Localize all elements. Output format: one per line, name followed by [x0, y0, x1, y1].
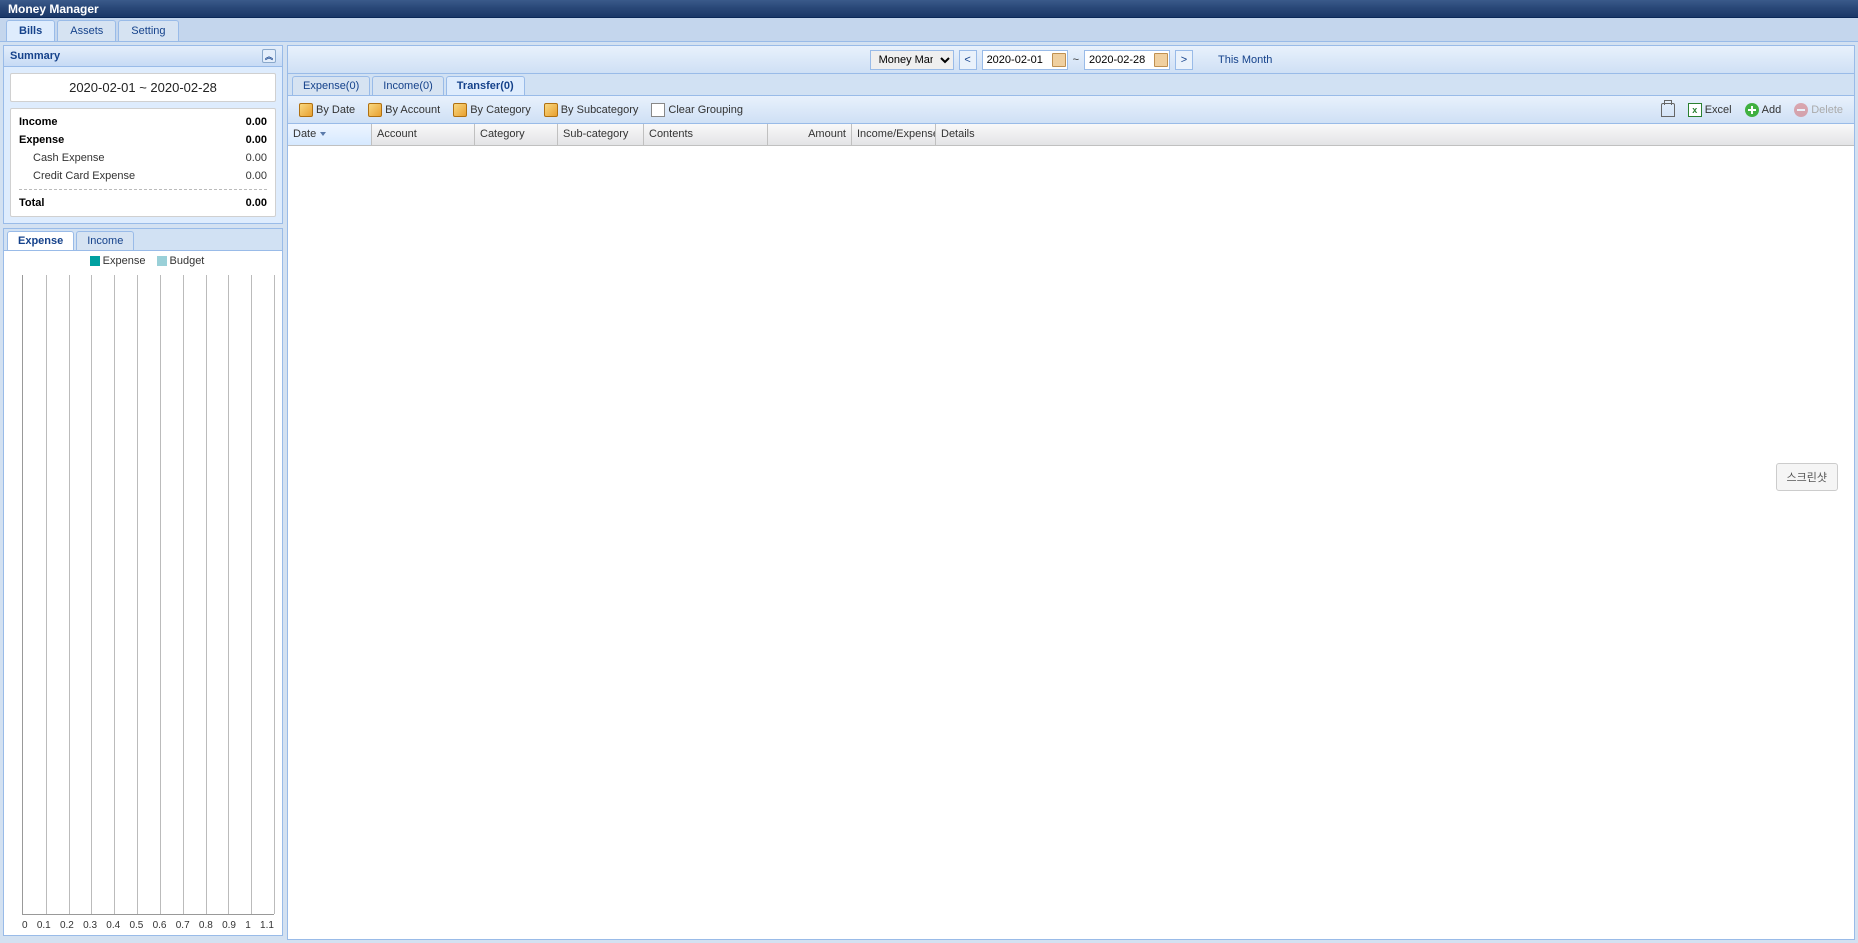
- group-by-date-button[interactable]: By Date: [294, 101, 360, 119]
- legend-swatch-expense: [90, 256, 100, 266]
- filter-bar: Money Manager < ~ > This Month: [288, 46, 1854, 74]
- delete-button[interactable]: Delete: [1789, 101, 1848, 119]
- group-by-account-button[interactable]: By Account: [363, 101, 445, 119]
- income-label: Income: [19, 116, 58, 128]
- grid-header: Date Account Category Sub-category Conte…: [288, 124, 1854, 146]
- title-bar: Money Manager: [0, 0, 1858, 18]
- group-icon: [453, 103, 467, 117]
- expense-value: 0.00: [246, 134, 267, 146]
- col-account[interactable]: Account: [372, 124, 475, 145]
- credit-expense-value: 0.00: [246, 170, 267, 182]
- screenshot-button[interactable]: 스크린샷: [1776, 463, 1838, 491]
- chart-tab-bar: Expense Income: [4, 229, 282, 251]
- clear-grouping-button[interactable]: Clear Grouping: [646, 101, 748, 119]
- income-value: 0.00: [246, 116, 267, 128]
- col-date[interactable]: Date: [288, 124, 372, 145]
- this-month-link[interactable]: This Month: [1218, 54, 1272, 66]
- group-icon: [544, 103, 558, 117]
- group-icon: [299, 103, 313, 117]
- next-period-button[interactable]: >: [1175, 50, 1193, 70]
- chart-body: Expense Budget 00.10.20.30.40.50.60.70.8…: [4, 251, 282, 935]
- credit-expense-label: Credit Card Expense: [33, 170, 135, 182]
- col-income-expense[interactable]: Income/Expense: [852, 124, 936, 145]
- add-button[interactable]: Add: [1740, 101, 1787, 119]
- tab-expense[interactable]: Expense(0): [292, 76, 370, 95]
- excel-button[interactable]: xExcel: [1683, 101, 1737, 119]
- group-icon: [368, 103, 382, 117]
- summary-header: Summary ︽: [4, 46, 282, 67]
- group-by-subcategory-button[interactable]: By Subcategory: [539, 101, 644, 119]
- chart-legend: Expense Budget: [4, 251, 282, 271]
- book-select[interactable]: Money Manager: [870, 50, 954, 70]
- main-area: Money Manager < ~ > This Month Expense(0…: [287, 45, 1855, 940]
- delete-icon: [1794, 103, 1808, 117]
- prev-period-button[interactable]: <: [959, 50, 977, 70]
- legend-budget: Budget: [170, 255, 205, 267]
- col-subcategory[interactable]: Sub-category: [558, 124, 644, 145]
- legend-expense: Expense: [103, 255, 146, 267]
- chart-tab-income[interactable]: Income: [76, 231, 134, 250]
- tab-transfer[interactable]: Transfer(0): [446, 76, 525, 95]
- expense-label: Expense: [19, 134, 64, 146]
- tab-income[interactable]: Income(0): [372, 76, 444, 95]
- col-details[interactable]: Details: [936, 124, 1854, 145]
- chart-tab-expense[interactable]: Expense: [7, 231, 74, 250]
- chart-panel: Expense Income Expense Budget 00.10.20.3…: [3, 228, 283, 936]
- sidebar: Summary ︽ 2020-02-01 ~ 2020-02-28 Income…: [3, 45, 283, 940]
- total-value: 0.00: [246, 197, 267, 209]
- legend-swatch-budget: [157, 256, 167, 266]
- tab-bills[interactable]: Bills: [6, 20, 55, 41]
- col-category[interactable]: Category: [475, 124, 558, 145]
- print-button[interactable]: [1656, 101, 1680, 119]
- date-separator: ~: [1073, 54, 1079, 66]
- total-label: Total: [19, 197, 44, 209]
- clear-icon: [651, 103, 665, 117]
- add-icon: [1745, 103, 1759, 117]
- summary-table: Income 0.00 Expense 0.00 Cash Expense 0.…: [10, 108, 276, 217]
- chart-area: 00.10.20.30.40.50.60.70.80.911.1: [22, 275, 274, 915]
- tab-setting[interactable]: Setting: [118, 20, 178, 41]
- col-contents[interactable]: Contents: [644, 124, 768, 145]
- grid-toolbar: By Date By Account By Category By Subcat…: [288, 96, 1854, 124]
- calendar-icon[interactable]: [1154, 53, 1168, 67]
- summary-panel: Summary ︽ 2020-02-01 ~ 2020-02-28 Income…: [3, 45, 283, 224]
- app-title: Money Manager: [8, 2, 99, 16]
- tab-assets[interactable]: Assets: [57, 20, 116, 41]
- collapse-icon[interactable]: ︽: [262, 49, 276, 63]
- excel-icon: x: [1688, 103, 1702, 117]
- cash-expense-value: 0.00: [246, 152, 267, 164]
- main-tab-bar: Bills Assets Setting: [0, 18, 1858, 42]
- group-by-category-button[interactable]: By Category: [448, 101, 536, 119]
- sort-desc-icon: [320, 132, 326, 136]
- calendar-icon[interactable]: [1052, 53, 1066, 67]
- cash-expense-label: Cash Expense: [33, 152, 105, 164]
- grid-body[interactable]: [288, 146, 1854, 939]
- col-amount[interactable]: Amount: [768, 124, 852, 145]
- print-icon: [1661, 103, 1675, 117]
- summary-date-range: 2020-02-01 ~ 2020-02-28: [10, 73, 276, 102]
- summary-title: Summary: [10, 50, 60, 62]
- type-tab-bar: Expense(0) Income(0) Transfer(0): [288, 74, 1854, 96]
